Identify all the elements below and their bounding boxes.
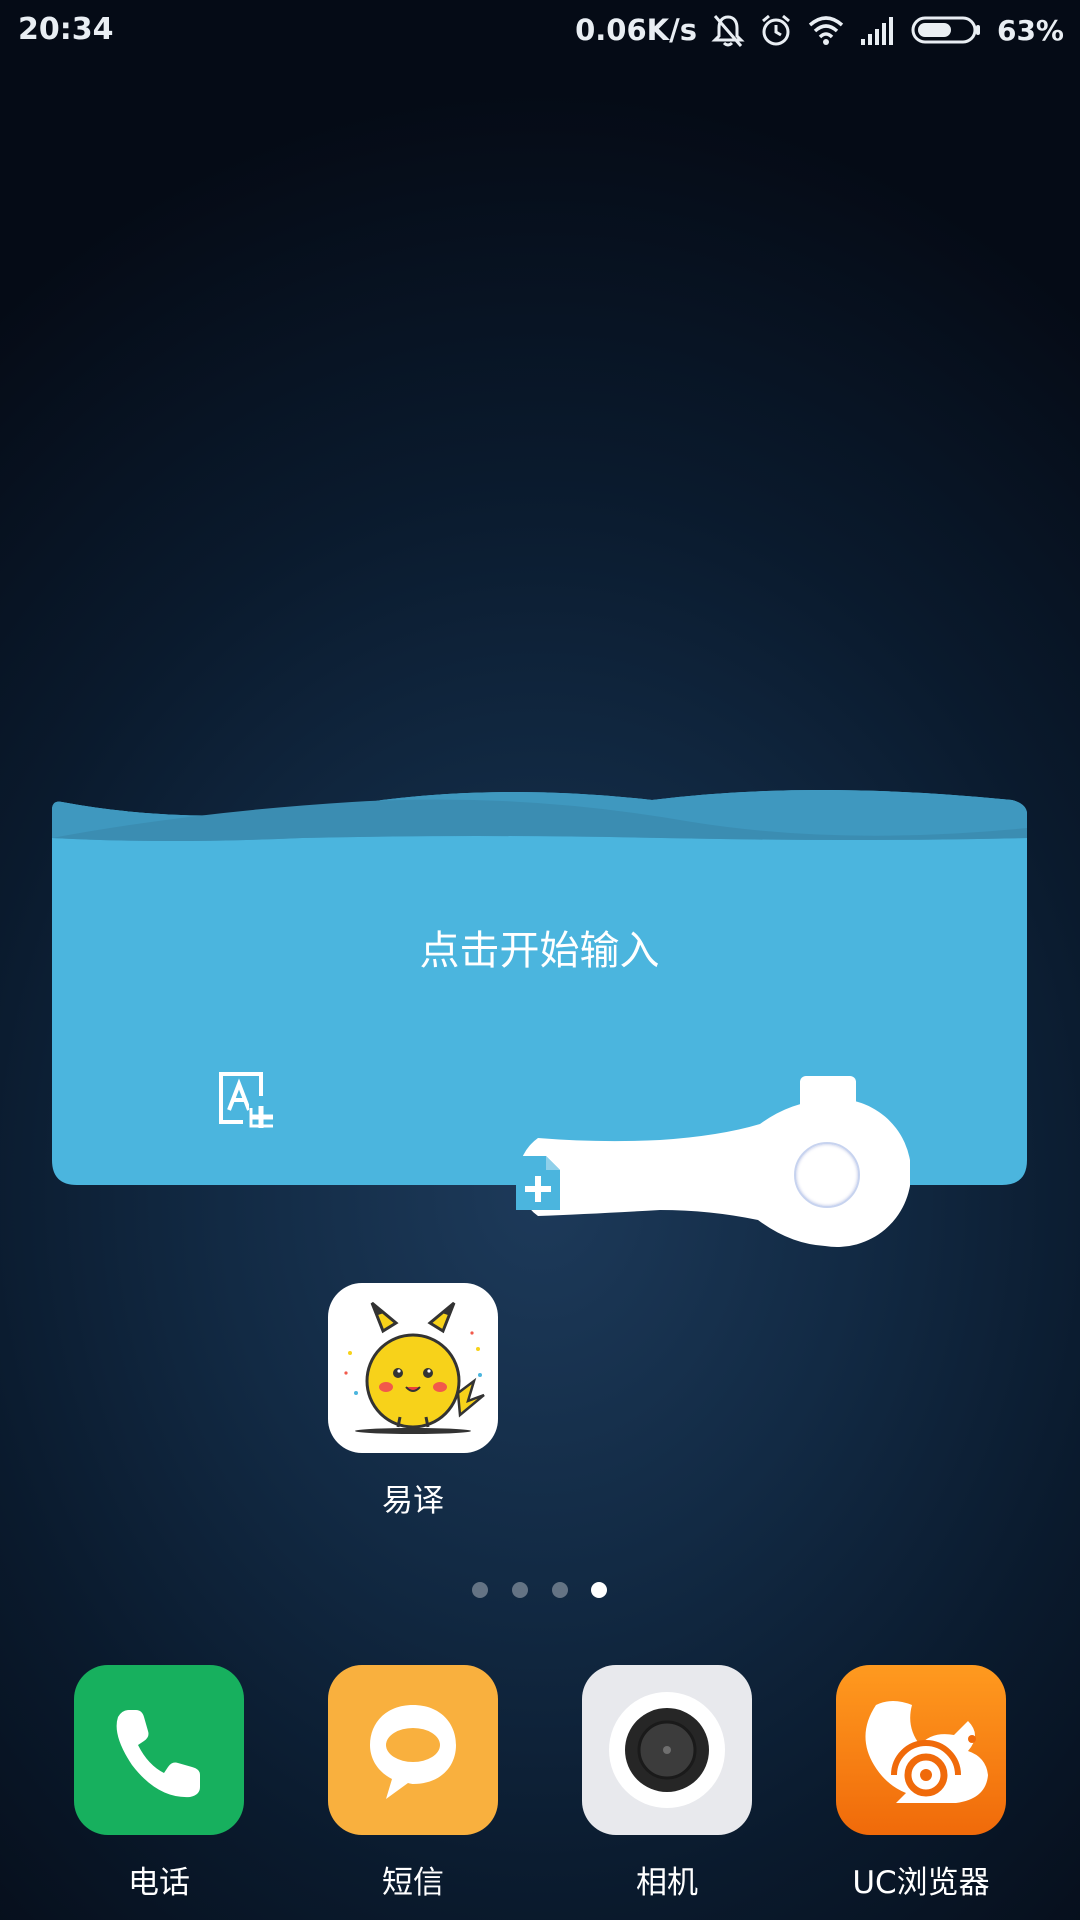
input-mode-toggle[interactable]: [490, 1088, 910, 1258]
phone-icon: [74, 1665, 244, 1835]
page-dot-active[interactable]: [591, 1582, 607, 1598]
dock-app-phone[interactable]: 电话: [74, 1665, 244, 1902]
app-yiyi[interactable]: 易译: [328, 1283, 498, 1520]
page-dot[interactable]: [512, 1582, 528, 1598]
status-bar: 20:34 0.06K/s 63%: [0, 0, 1080, 60]
battery-percent: 63%: [996, 13, 1064, 47]
alarm-icon: [759, 12, 793, 48]
message-icon: [328, 1665, 498, 1835]
status-time: 20:34: [18, 12, 114, 47]
battery-icon: [911, 15, 983, 45]
uc-browser-icon: [836, 1665, 1006, 1835]
camera-icon: [582, 1665, 752, 1835]
toggle-knob[interactable]: [794, 1142, 860, 1208]
dock-app-uc-browser[interactable]: UC浏览器: [836, 1665, 1006, 1902]
signal-icon: [859, 15, 897, 45]
app-label: 相机: [636, 1865, 698, 1901]
page-indicator: [0, 1580, 1080, 1600]
net-speed: 0.06K/s: [575, 13, 697, 47]
page-dot[interactable]: [472, 1582, 488, 1598]
widget-prompt[interactable]: 点击开始输入: [52, 918, 1027, 976]
page-dot[interactable]: [552, 1582, 568, 1598]
wifi-icon: [807, 14, 845, 46]
mute-bell-icon: [711, 12, 745, 48]
dock-app-messages[interactable]: 短信: [328, 1665, 498, 1902]
dock-app-camera[interactable]: 相机: [582, 1665, 752, 1902]
app-label: 电话: [128, 1865, 190, 1901]
status-icons: 0.06K/s 63%: [575, 10, 1064, 50]
app-label: 短信: [382, 1865, 444, 1901]
pikachu-icon: [328, 1283, 498, 1453]
app-label: UC浏览器: [852, 1865, 990, 1901]
ocr-add-icon[interactable]: [215, 1068, 279, 1136]
app-label: 易译: [382, 1483, 444, 1519]
